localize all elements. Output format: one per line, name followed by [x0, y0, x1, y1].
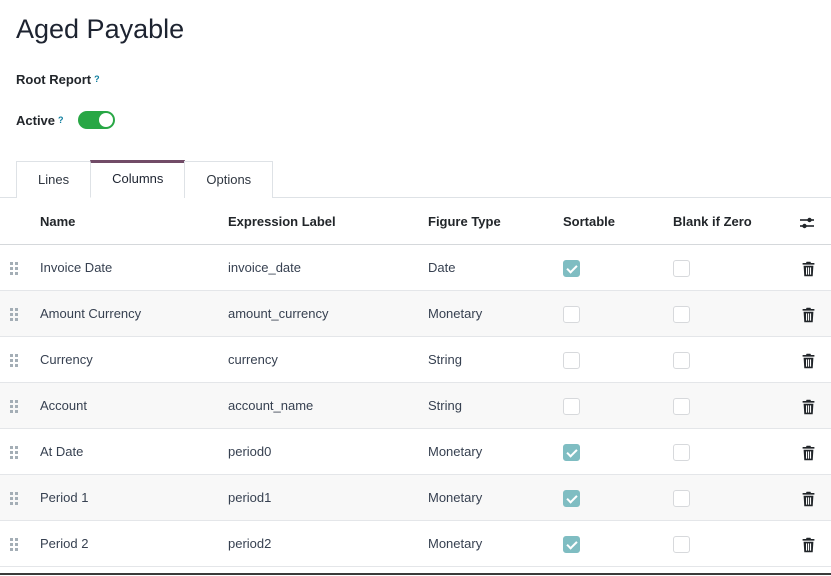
tab-columns[interactable]: Columns [90, 160, 185, 198]
expression-label-cell[interactable]: period1 [220, 475, 420, 521]
header-figure-type[interactable]: Figure Type [420, 200, 555, 245]
blank-if-zero-checkbox[interactable] [673, 306, 690, 323]
sortable-checkbox[interactable] [563, 306, 580, 323]
sortable-checkbox[interactable] [563, 398, 580, 415]
sortable-checkbox[interactable] [563, 490, 580, 507]
table-row: Currency currency String [0, 337, 831, 383]
drag-handle-icon[interactable] [10, 446, 18, 459]
delete-row-icon[interactable] [801, 353, 816, 369]
delete-row-icon[interactable] [801, 307, 816, 323]
figure-type-cell[interactable]: Monetary [420, 521, 555, 567]
column-name-cell[interactable]: At Date [32, 429, 220, 475]
bottom-edge-divider [0, 573, 831, 575]
blank-if-zero-checkbox[interactable] [673, 536, 690, 553]
root-report-label: Root Report [16, 72, 91, 87]
delete-row-icon[interactable] [801, 261, 816, 277]
drag-handle-icon[interactable] [10, 354, 18, 367]
delete-row-icon[interactable] [801, 491, 816, 507]
figure-type-cell[interactable]: Monetary [420, 291, 555, 337]
expression-label-cell[interactable]: invoice_date [220, 245, 420, 291]
expression-label-cell[interactable]: amount_currency [220, 291, 420, 337]
header-sortable[interactable]: Sortable [555, 200, 665, 245]
column-name-cell[interactable]: Currency [32, 337, 220, 383]
sortable-checkbox[interactable] [563, 444, 580, 461]
active-toggle[interactable] [78, 111, 115, 129]
page-title: Aged Payable [16, 12, 831, 46]
drag-handle-icon[interactable] [10, 492, 18, 505]
columns-table: Name Expression Label Figure Type Sortab… [0, 200, 831, 567]
blank-if-zero-checkbox[interactable] [673, 444, 690, 461]
sortable-checkbox[interactable] [563, 352, 580, 369]
active-field: Active? [16, 111, 831, 129]
blank-if-zero-checkbox[interactable] [673, 260, 690, 277]
blank-if-zero-checkbox[interactable] [673, 398, 690, 415]
drag-handle-icon[interactable] [10, 262, 18, 275]
table-row: Period 2 period2 Monetary [0, 521, 831, 567]
columns-table-body: Invoice Date invoice_date Date Amount Cu… [0, 245, 831, 567]
expression-label-cell[interactable]: period2 [220, 521, 420, 567]
drag-handle-icon[interactable] [10, 308, 18, 321]
figure-type-cell[interactable]: Monetary [420, 429, 555, 475]
delete-row-icon[interactable] [801, 445, 816, 461]
figure-type-cell[interactable]: String [420, 337, 555, 383]
expression-label-cell[interactable]: account_name [220, 383, 420, 429]
drag-handle-icon[interactable] [10, 400, 18, 413]
expression-label-cell[interactable]: period0 [220, 429, 420, 475]
table-row: Account account_name String [0, 383, 831, 429]
delete-row-icon[interactable] [801, 537, 816, 553]
optional-columns-icon[interactable] [799, 216, 815, 230]
tab-options[interactable]: Options [184, 161, 273, 198]
toggle-knob [99, 113, 113, 127]
column-name-cell[interactable]: Invoice Date [32, 245, 220, 291]
handle-header [0, 200, 32, 245]
table-row: Period 1 period1 Monetary [0, 475, 831, 521]
blank-if-zero-checkbox[interactable] [673, 490, 690, 507]
figure-type-cell[interactable]: String [420, 383, 555, 429]
column-name-cell[interactable]: Amount Currency [32, 291, 220, 337]
blank-if-zero-checkbox[interactable] [673, 352, 690, 369]
figure-type-cell[interactable]: Date [420, 245, 555, 291]
table-row: At Date period0 Monetary [0, 429, 831, 475]
root-report-field: Root Report? [16, 70, 831, 88]
drag-handle-icon[interactable] [10, 538, 18, 551]
sortable-checkbox[interactable] [563, 260, 580, 277]
header-name[interactable]: Name [32, 200, 220, 245]
tab-lines[interactable]: Lines [16, 161, 91, 198]
delete-row-icon[interactable] [801, 399, 816, 415]
active-label: Active [16, 113, 55, 128]
figure-type-cell[interactable]: Monetary [420, 475, 555, 521]
table-header-row: Name Expression Label Figure Type Sortab… [0, 200, 831, 245]
sortable-checkbox[interactable] [563, 536, 580, 553]
notebook-tabs: Lines Columns Options [0, 160, 831, 198]
column-name-cell[interactable]: Period 1 [32, 475, 220, 521]
table-row: Invoice Date invoice_date Date [0, 245, 831, 291]
header-expression-label[interactable]: Expression Label [220, 200, 420, 245]
table-row: Amount Currency amount_currency Monetary [0, 291, 831, 337]
header-blank-if-zero[interactable]: Blank if Zero [665, 200, 785, 245]
expression-label-cell[interactable]: currency [220, 337, 420, 383]
column-name-cell[interactable]: Account [32, 383, 220, 429]
column-name-cell[interactable]: Period 2 [32, 521, 220, 567]
